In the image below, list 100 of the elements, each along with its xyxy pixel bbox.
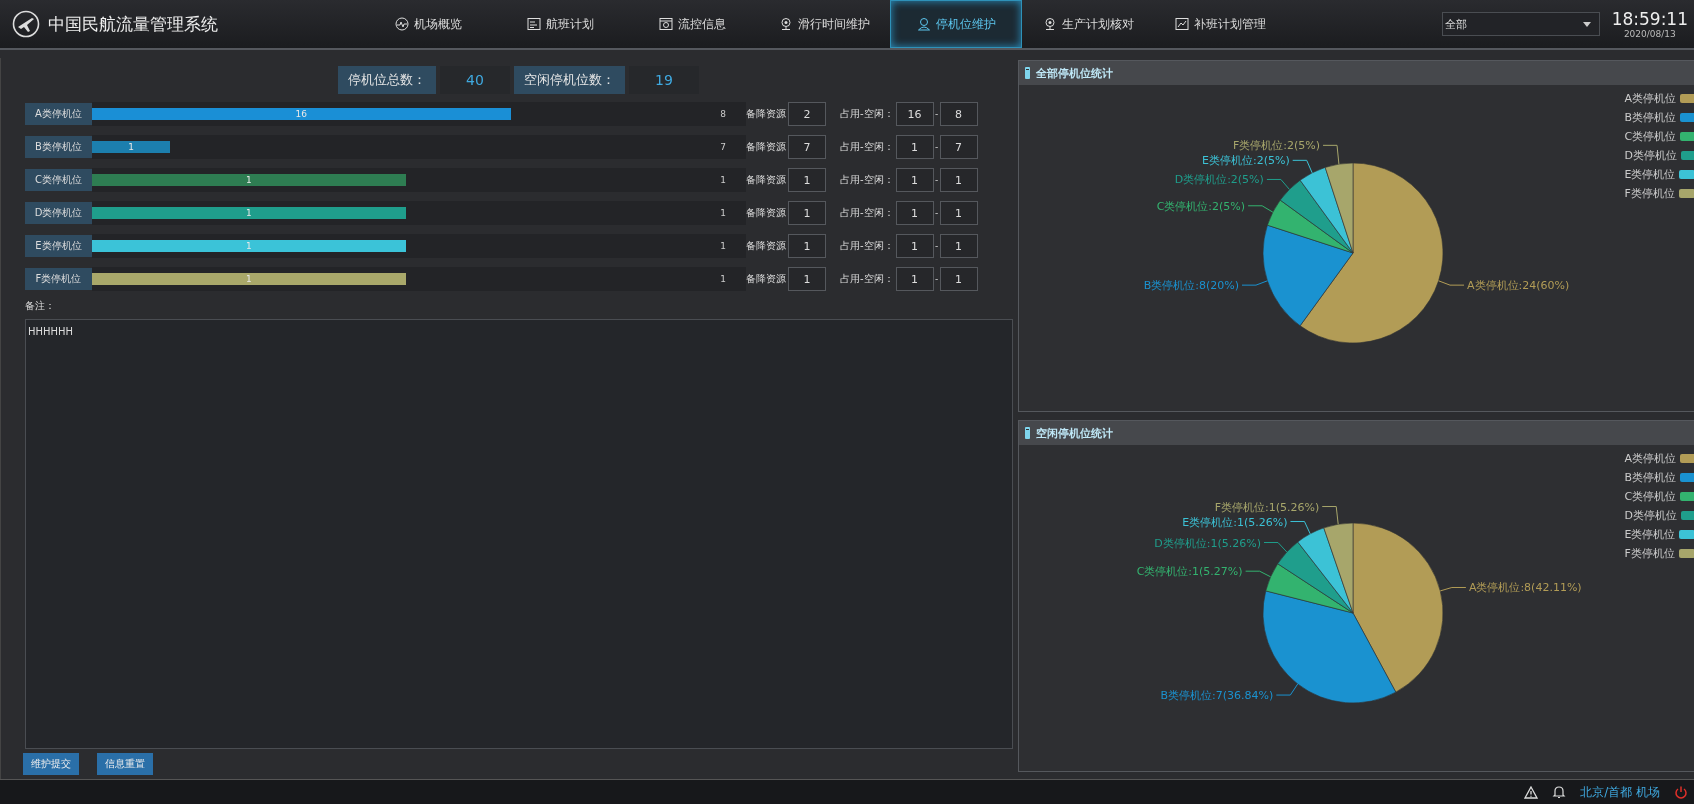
- clock-time: 18:59:11: [1611, 9, 1688, 29]
- pin-icon: [1042, 17, 1057, 31]
- nav-tab[interactable]: 补班计划管理: [1154, 0, 1286, 48]
- backup-field[interactable]: 2: [788, 102, 826, 126]
- bar-fill: 1: [92, 207, 406, 219]
- warning-icon[interactable]: [1524, 785, 1539, 799]
- free-field[interactable]: 7: [939, 135, 978, 159]
- range-dash: -: [934, 208, 940, 218]
- nav-tab[interactable]: 滑行时间维护: [758, 0, 890, 48]
- free-field[interactable]: 1: [939, 267, 978, 291]
- slice-label: E类停机位:1(5.26%): [1182, 515, 1288, 529]
- slice-label: C类停机位:1(5.27%): [1136, 565, 1243, 579]
- occupied-field[interactable]: 1: [895, 267, 934, 291]
- range-dash: -: [934, 109, 940, 119]
- screen-icon: [658, 17, 673, 31]
- stand-type-label: D类停机位: [25, 202, 92, 224]
- chart-icon: [1174, 17, 1189, 31]
- legend-label: A类停机位: [1624, 91, 1677, 106]
- stand-type-label: B类停机位: [25, 136, 92, 158]
- bar-count: 1: [720, 175, 726, 185]
- occupied-field[interactable]: 1: [895, 201, 934, 225]
- leader-line: [1290, 521, 1311, 535]
- bar-fill: 1: [92, 240, 406, 252]
- legend-label: D类停机位: [1624, 508, 1677, 523]
- free-field[interactable]: 1: [939, 234, 978, 258]
- person-icon: [916, 17, 931, 31]
- bar-count: 8: [720, 109, 726, 119]
- airport-select[interactable]: 全部: [1441, 12, 1600, 36]
- backup-field[interactable]: 7: [788, 135, 826, 159]
- remarks-field[interactable]: HHHHHH: [25, 319, 1013, 749]
- nav-tab[interactable]: 停机位维护: [890, 0, 1022, 48]
- legend-label: E类停机位: [1624, 527, 1676, 542]
- stand-type-label: A类停机位: [25, 103, 92, 125]
- panel-title: 全部停机位统计: [1036, 65, 1113, 81]
- backup-field[interactable]: 1: [788, 234, 826, 258]
- slice-label: F类停机位:1(5.26%): [1214, 500, 1320, 514]
- app-title: 中国民航流量管理系统: [48, 12, 218, 36]
- slice-label: A类停机位:24(60%): [1467, 279, 1570, 293]
- range-dash: -: [934, 274, 940, 284]
- occupied-field[interactable]: 1: [895, 234, 934, 258]
- free-field[interactable]: 8: [939, 102, 978, 126]
- bar-icon: [1025, 67, 1030, 79]
- backup-field[interactable]: 1: [788, 201, 826, 225]
- remarks-label: 备注：: [25, 299, 55, 313]
- slice-label: B类停机位:8(20%): [1143, 279, 1239, 293]
- bell-icon[interactable]: [1552, 785, 1567, 799]
- backup-field[interactable]: 1: [788, 267, 826, 291]
- bar-fill: 16: [92, 108, 511, 120]
- pin-icon: [778, 17, 793, 31]
- nav-tab[interactable]: 流控信息: [626, 0, 758, 48]
- slice-label: B类停机位:7(36.84%): [1160, 689, 1274, 703]
- slice-label: D类停机位:2(5%): [1174, 173, 1264, 187]
- leader-line: [1292, 159, 1313, 174]
- leader-line: [1321, 506, 1339, 525]
- stand-type-label: F类停机位: [25, 268, 92, 290]
- location-link[interactable]: 北京/首都 机场: [1580, 783, 1660, 801]
- field-label: 备降资源: [746, 272, 786, 286]
- nav-tab[interactable]: 航班计划: [494, 0, 626, 48]
- free-field[interactable]: 1: [939, 168, 978, 192]
- summary-label: 空闲停机位数：: [514, 66, 625, 94]
- legend-label: F类停机位: [1624, 546, 1675, 561]
- clock-date: 2020/08/13: [1623, 29, 1676, 39]
- leader-line: [1439, 587, 1467, 592]
- nav-tab[interactable]: 生产计划核对: [1022, 0, 1154, 48]
- field-label: 占用-空闲：: [840, 140, 894, 154]
- field-label: 备降资源: [746, 107, 786, 121]
- bar-fill: 1: [92, 273, 406, 285]
- panel-title: 空闲停机位统计: [1036, 425, 1113, 441]
- field-label: 占用-空闲：: [840, 272, 894, 286]
- bar-icon: [1025, 427, 1030, 439]
- legend-label: F类停机位: [1624, 186, 1675, 201]
- bar-fill: 1: [92, 141, 171, 153]
- free-field[interactable]: 1: [939, 201, 978, 225]
- range-dash: -: [934, 142, 940, 152]
- occupied-field[interactable]: 16: [895, 102, 934, 126]
- bar-count: 1: [720, 241, 726, 251]
- summary-label: 停机位总数：: [338, 66, 436, 94]
- occupied-field[interactable]: 1: [895, 135, 934, 159]
- slice-label: F类停机位:2(5%): [1232, 139, 1321, 153]
- backup-field[interactable]: 1: [788, 168, 826, 192]
- bar-count: 1: [720, 274, 726, 284]
- bar-fill: 1: [92, 174, 406, 186]
- legend-label: B类停机位: [1624, 110, 1677, 125]
- plane-logo-icon: [12, 10, 40, 38]
- legend-label: C类停机位: [1624, 489, 1677, 504]
- occupied-field[interactable]: 1: [895, 168, 934, 192]
- power-icon[interactable]: [1674, 785, 1688, 799]
- document-icon: [526, 17, 541, 31]
- action-button[interactable]: 维护提交: [23, 753, 79, 775]
- field-label: 占用-空闲：: [840, 173, 894, 187]
- summary-value: 19: [629, 66, 699, 94]
- action-button[interactable]: 信息重置: [97, 753, 153, 775]
- field-label: 备降资源: [746, 140, 786, 154]
- legend-label: A类停机位: [1624, 451, 1677, 466]
- leader-line: [1438, 280, 1465, 286]
- slice-label: D类停机位:1(5.26%): [1154, 536, 1261, 550]
- field-label: 备降资源: [746, 173, 786, 187]
- nav-tab[interactable]: 机场概览: [362, 0, 494, 48]
- field-label: 占用-空闲：: [840, 239, 894, 253]
- range-dash: -: [934, 241, 940, 251]
